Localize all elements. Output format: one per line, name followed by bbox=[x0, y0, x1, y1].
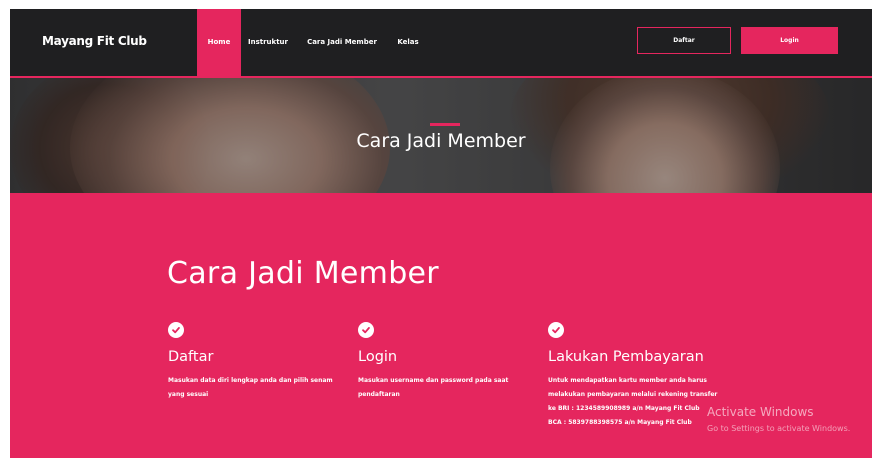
register-button[interactable]: Daftar bbox=[637, 27, 731, 54]
login-button[interactable]: Login bbox=[741, 27, 838, 54]
step-description-line: yang sesuai bbox=[168, 391, 209, 398]
step-description: Masukan username dan password pada saat … bbox=[358, 374, 538, 402]
step-pembayaran: Lakukan Pembayaran Untuk mendapatkan kar… bbox=[548, 322, 728, 430]
navbar: Mayang Fit Club Home Instruktur Cara Jad… bbox=[10, 9, 872, 78]
step-description-line: ke BRI : 1234589908989 a/n Mayang Fit Cl… bbox=[548, 405, 700, 412]
step-description-line: Masukan username dan password pada saat bbox=[358, 377, 509, 384]
step-daftar: Daftar Masukan data diri lengkap anda da… bbox=[168, 322, 348, 402]
nav-link-home[interactable]: Home bbox=[197, 9, 241, 76]
hero-title: Cara Jadi Member bbox=[356, 130, 526, 152]
nav-link-cara-jadi-member[interactable]: Cara Jadi Member bbox=[302, 9, 382, 76]
nav-link-kelas[interactable]: Kelas bbox=[390, 9, 426, 76]
step-description-line: Untuk mendapatkan kartu member anda haru… bbox=[548, 377, 707, 384]
step-title: Lakukan Pembayaran bbox=[548, 349, 704, 365]
step-title: Daftar bbox=[168, 349, 214, 365]
hero-banner: Cara Jadi Member bbox=[10, 78, 872, 193]
activate-windows-subtitle: Go to Settings to activate Windows. bbox=[707, 424, 851, 433]
hero-accent-bar bbox=[430, 123, 460, 126]
step-description-line: Masukan data diri lengkap anda dan pilih… bbox=[168, 377, 333, 384]
page: Mayang Fit Club Home Instruktur Cara Jad… bbox=[10, 9, 872, 458]
step-title: Login bbox=[358, 349, 398, 365]
check-circle-icon bbox=[168, 322, 184, 338]
step-description-line: melakukan pembayaran melalui rekening tr… bbox=[548, 391, 718, 398]
check-circle-icon bbox=[548, 322, 564, 338]
section-title: Cara Jadi Member bbox=[167, 256, 439, 291]
step-description: Masukan data diri lengkap anda dan pilih… bbox=[168, 374, 348, 402]
activate-windows-title: Activate Windows bbox=[707, 405, 814, 419]
step-description: Untuk mendapatkan kartu member anda haru… bbox=[548, 374, 728, 430]
nav-link-instruktur[interactable]: Instruktur bbox=[246, 9, 290, 76]
step-description-line: BCA : 5839788398575 a/n Mayang Fit Club bbox=[548, 419, 692, 426]
brand-logo[interactable]: Mayang Fit Club bbox=[42, 34, 147, 48]
step-login: Login Masukan username dan password pada… bbox=[358, 322, 538, 402]
check-circle-icon bbox=[358, 322, 374, 338]
step-description-line: pendaftaran bbox=[358, 391, 400, 398]
